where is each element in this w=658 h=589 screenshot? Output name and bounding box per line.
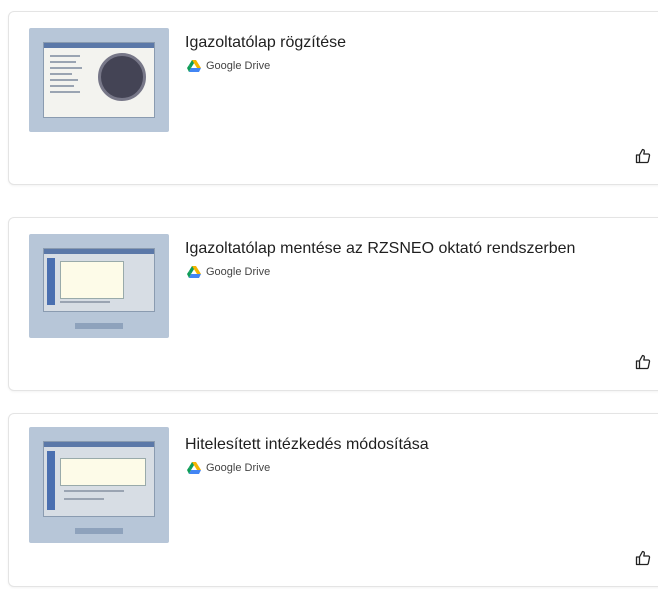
- thumbnail-screenshot: [43, 42, 155, 118]
- thumbs-up-icon[interactable]: [635, 354, 651, 370]
- file-thumbnail[interactable]: [29, 28, 169, 132]
- file-thumbnail[interactable]: [29, 234, 169, 338]
- file-title[interactable]: Hitelesített intézkedés módosítása: [185, 436, 429, 454]
- thumbs-up-icon[interactable]: [635, 550, 651, 566]
- google-drive-icon: [187, 60, 201, 72]
- file-source: Google Drive: [187, 462, 270, 474]
- file-source: Google Drive: [187, 60, 270, 72]
- source-label: Google Drive: [206, 60, 271, 72]
- file-source: Google Drive: [187, 266, 270, 278]
- thumbnail-screenshot: [43, 248, 155, 312]
- source-label: Google Drive: [206, 266, 271, 278]
- source-label: Google Drive: [206, 462, 271, 474]
- file-card[interactable]: Igazoltatólap mentése az RZSNEO oktató r…: [8, 217, 658, 391]
- file-card[interactable]: Igazoltatólap rögzítése Google Drive: [8, 11, 658, 185]
- google-drive-icon: [187, 462, 201, 474]
- file-title[interactable]: Igazoltatólap mentése az RZSNEO oktató r…: [185, 240, 575, 258]
- thumbs-up-icon[interactable]: [635, 148, 651, 164]
- google-drive-icon: [187, 266, 201, 278]
- file-title[interactable]: Igazoltatólap rögzítése: [185, 34, 346, 52]
- file-thumbnail[interactable]: [29, 427, 169, 543]
- thumbnail-screenshot: [43, 441, 155, 517]
- file-card[interactable]: Hitelesített intézkedés módosítása Googl…: [8, 413, 658, 587]
